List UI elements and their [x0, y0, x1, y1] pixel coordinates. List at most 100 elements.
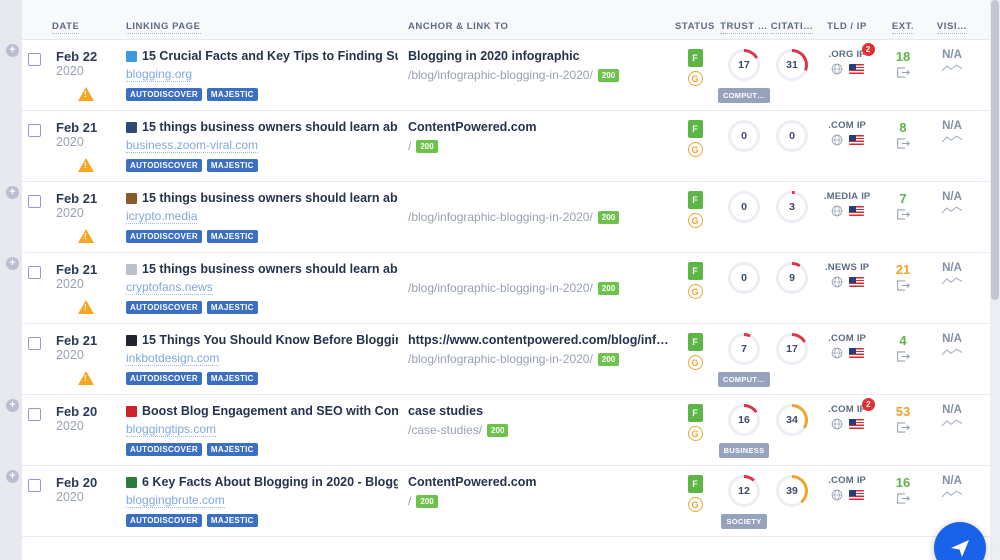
anchor-title[interactable]: ContentPowered.com — [408, 475, 670, 490]
category-tag[interactable]: COMPUT… — [717, 372, 771, 387]
tag-majestic[interactable]: MAJESTIC — [206, 230, 258, 243]
globe-icon — [831, 205, 842, 217]
anchor-title[interactable]: ContentPowered.com — [408, 120, 670, 135]
expand-row-button[interactable]: + — [6, 470, 19, 483]
site-favicon-icon — [126, 477, 137, 488]
row-checkbox[interactable] — [28, 124, 41, 137]
tag-autodiscover[interactable]: AUTODISCOVER — [126, 88, 202, 101]
tag-majestic[interactable]: MAJESTIC — [206, 301, 258, 314]
globe-icon — [831, 418, 842, 430]
expand-row-button[interactable]: + — [6, 186, 19, 199]
external-links-count: 8 — [899, 120, 907, 135]
external-link-icon — [896, 422, 910, 433]
http-status-badge: 200 — [487, 423, 509, 437]
gauge-value: 3 — [779, 194, 805, 220]
ip-label: IP — [860, 262, 870, 273]
row-checkbox[interactable] — [28, 479, 41, 492]
anchor-title[interactable]: https://www.contentpowered.com/blog/info… — [408, 333, 670, 348]
table-row[interactable]: + Feb 22 2020 15 Crucial Facts and Key T… — [6, 40, 990, 111]
linking-page-url[interactable]: cryptofans.news — [126, 280, 213, 295]
category-tag[interactable]: SOCIETY — [721, 514, 767, 529]
linking-page-url[interactable]: business.zoom-viral.com — [126, 138, 259, 153]
globe-icon — [831, 347, 842, 359]
tag-majestic[interactable]: MAJESTIC — [206, 372, 258, 385]
tag-autodiscover[interactable]: AUTODISCOVER — [126, 301, 202, 314]
linking-page-title[interactable]: 15 things business owners should learn a… — [126, 191, 398, 206]
warning-icon[interactable] — [78, 158, 94, 172]
site-favicon-icon — [126, 51, 137, 62]
header-tld-ip[interactable]: TLD / IP — [816, 16, 878, 34]
row-linking-page-cell: 15 things business owners should learn a… — [116, 191, 398, 243]
vertical-scrollbar[interactable] — [990, 0, 1000, 560]
header-linking-page[interactable]: LINKING PAGE — [116, 16, 398, 34]
row-select-cell — [22, 333, 48, 350]
tag-majestic[interactable]: MAJESTIC — [206, 443, 258, 456]
tag-autodiscover[interactable]: AUTODISCOVER — [126, 372, 202, 385]
linking-page-url[interactable]: icrypto.media — [126, 209, 198, 224]
linking-page-title[interactable]: 15 Things You Should Know Before Bloggin… — [126, 333, 398, 348]
status-google-badge: G — [687, 142, 703, 157]
row-status-cell: F G — [670, 333, 720, 370]
table-row[interactable]: + Feb 20 2020 Boost Blog Engagement and … — [6, 395, 990, 466]
linking-page-url[interactable]: inkbotdesign.com — [126, 351, 220, 366]
linking-page-title[interactable]: Boost Blog Engagement and SEO with Conte… — [126, 404, 398, 419]
row-checkbox[interactable] — [28, 337, 41, 350]
linking-page-url[interactable]: bloggingbrute.com — [126, 493, 225, 508]
warning-icon[interactable] — [78, 87, 94, 101]
row-checkbox[interactable] — [28, 266, 41, 279]
expand-row-button[interactable]: + — [6, 257, 19, 270]
external-links-count: 21 — [895, 262, 911, 277]
linking-page-title[interactable]: 15 things business owners should learn a… — [126, 262, 398, 277]
table-row[interactable]: + Feb 20 2020 6 Key Facts About Blogging… — [6, 466, 990, 537]
linking-page-url[interactable]: blogging.org — [126, 67, 193, 82]
header-status[interactable]: STATUS — [670, 16, 720, 34]
table-row[interactable]: + Feb 21 2020 15 things business owners … — [6, 253, 990, 324]
linking-page-url[interactable]: bloggingtips.com — [126, 422, 217, 437]
anchor-title[interactable]: case studies — [408, 404, 670, 419]
status-google-badge: G — [687, 284, 703, 299]
header-trust[interactable]: TRUST … — [720, 16, 768, 34]
scrollbar-thumb[interactable] — [991, 0, 999, 300]
category-tag[interactable]: COMPUT… — [717, 88, 771, 103]
table-row[interactable]: Feb 21 2020 15 things business owners sh… — [22, 111, 990, 182]
tag-majestic[interactable]: MAJESTIC — [206, 514, 258, 527]
table-row[interactable]: + Feb 21 2020 15 things business owners … — [6, 182, 990, 253]
expand-row-button[interactable]: + — [6, 399, 19, 412]
row-date-day: Feb 21 — [56, 120, 98, 135]
row-checkbox[interactable] — [28, 195, 41, 208]
linking-page-title[interactable]: 6 Key Facts About Blogging in 2020 - Blo… — [126, 475, 398, 490]
row-checkbox[interactable] — [28, 53, 41, 66]
tag-autodiscover[interactable]: AUTODISCOVER — [126, 514, 202, 527]
warning-icon[interactable] — [78, 371, 94, 385]
row-status-cell: F G — [670, 404, 720, 441]
category-tag[interactable]: BUSINESS — [718, 443, 770, 458]
globe-icon — [831, 134, 842, 146]
tag-autodiscover[interactable]: AUTODISCOVER — [126, 230, 202, 243]
tag-autodiscover[interactable]: AUTODISCOVER — [126, 159, 202, 172]
header-date[interactable]: DATE — [48, 16, 116, 34]
metric-gauge: 34 — [776, 404, 808, 436]
header-anchor[interactable]: ANCHOR & LINK TO — [398, 16, 670, 34]
linking-page-title[interactable]: 15 things business owners should learn a… — [126, 120, 398, 135]
header-ext[interactable]: EXT. — [878, 16, 928, 34]
row-linking-page-cell: 6 Key Facts About Blogging in 2020 - Blo… — [116, 475, 398, 527]
external-links-count: 16 — [895, 475, 911, 490]
row-visibility-cell: N/A — [928, 49, 976, 74]
row-checkbox[interactable] — [28, 408, 41, 421]
warning-icon[interactable] — [78, 229, 94, 243]
http-status-badge: 200 — [597, 210, 620, 224]
expand-row-button[interactable]: + — [6, 44, 19, 57]
anchor-path-text: /blog/infographic-blogging-in-2020/ — [408, 210, 593, 224]
table-row[interactable]: Feb 21 2020 15 Things You Should Know Be… — [22, 324, 990, 395]
warning-icon[interactable] — [78, 300, 94, 314]
linking-page-title[interactable]: 15 Crucial Facts and Key Tips to Finding… — [126, 49, 398, 64]
tag-autodiscover[interactable]: AUTODISCOVER — [126, 443, 202, 456]
tag-majestic[interactable]: MAJESTIC — [206, 88, 258, 101]
header-citation[interactable]: CITATI… — [768, 16, 816, 34]
tag-majestic[interactable]: MAJESTIC — [206, 159, 258, 172]
header-visibility[interactable]: VISI… — [928, 16, 976, 34]
anchor-title[interactable]: Blogging in 2020 infographic — [408, 49, 670, 64]
tld-ip-labels: .NEWS IP — [825, 262, 869, 273]
country-flag-us-icon — [848, 348, 864, 358]
row-citation-cell: 34 — [768, 404, 816, 436]
